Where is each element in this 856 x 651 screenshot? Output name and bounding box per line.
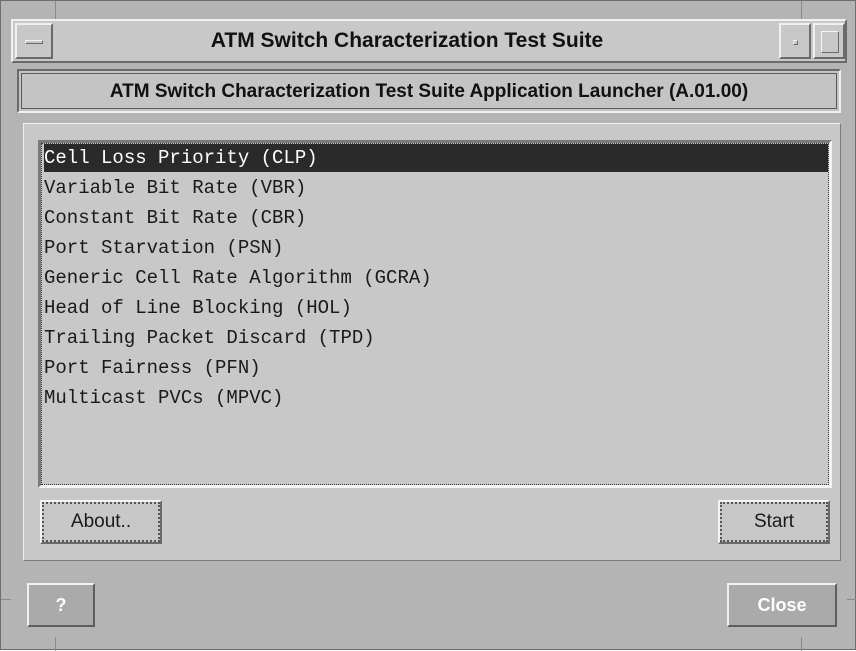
minimize-icon xyxy=(793,40,798,45)
window-menu-button[interactable] xyxy=(15,23,53,59)
frame-handle-bottom-left[interactable] xyxy=(55,637,56,651)
frame-handle-top-left[interactable] xyxy=(55,1,56,19)
window-menu-icon xyxy=(25,40,43,44)
about-button[interactable]: About.. xyxy=(40,500,162,544)
test-list-item[interactable]: Port Fairness (PFN) xyxy=(44,354,828,382)
maximize-icon xyxy=(821,31,839,53)
app-window: ATM Switch Characterization Test Suite A… xyxy=(0,0,856,651)
test-list-item[interactable]: Trailing Packet Discard (TPD) xyxy=(44,324,828,352)
main-panel: Cell Loss Priority (CLP) Variable Bit Rat… xyxy=(23,123,841,561)
test-list-item[interactable]: Port Starvation (PSN) xyxy=(44,234,828,262)
launcher-header-title: ATM Switch Characterization Test Suite A… xyxy=(21,73,837,109)
frame-handle-left-bottom[interactable] xyxy=(1,599,11,600)
start-button[interactable]: Start xyxy=(718,500,830,544)
test-list-item[interactable]: Cell Loss Priority (CLP) xyxy=(44,144,828,172)
launcher-header: ATM Switch Characterization Test Suite A… xyxy=(17,69,841,113)
help-button[interactable]: ? xyxy=(27,583,95,627)
test-list-item[interactable]: Variable Bit Rate (VBR) xyxy=(44,174,828,202)
frame-handle-bottom-right[interactable] xyxy=(801,637,802,651)
test-list-item[interactable]: Constant Bit Rate (CBR) xyxy=(44,204,828,232)
test-list-item[interactable]: Generic Cell Rate Algorithm (GCRA) xyxy=(44,264,828,292)
title-bar[interactable]: ATM Switch Characterization Test Suite xyxy=(11,19,847,63)
test-list-item[interactable]: Head of Line Blocking (HOL) xyxy=(44,294,828,322)
maximize-button[interactable] xyxy=(813,23,845,59)
minimize-button[interactable] xyxy=(779,23,811,59)
window-title: ATM Switch Characterization Test Suite xyxy=(210,29,604,52)
frame-handle-top-right[interactable] xyxy=(801,1,802,19)
close-button[interactable]: Close xyxy=(727,583,837,627)
test-list[interactable]: Cell Loss Priority (CLP) Variable Bit Rat… xyxy=(38,140,832,488)
test-list-item[interactable]: Multicast PVCs (MPVC) xyxy=(44,384,828,412)
frame-handle-right-bottom[interactable] xyxy=(847,599,856,600)
